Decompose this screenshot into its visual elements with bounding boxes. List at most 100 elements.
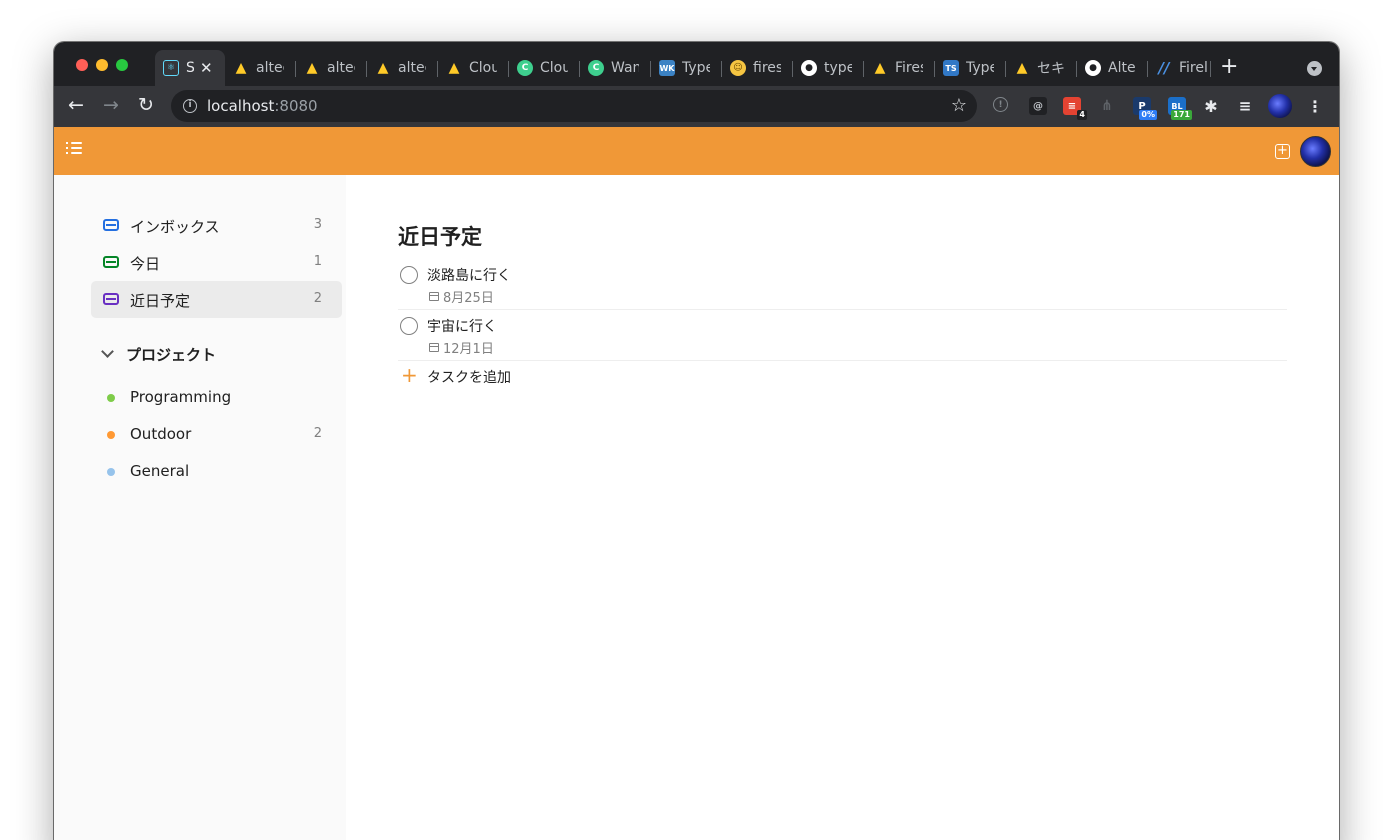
- slash-icon: //: [1158, 59, 1170, 77]
- tab-label: Type: [682, 60, 710, 76]
- browser-tab[interactable]: ▲ Clou: [438, 50, 508, 86]
- browser-tab[interactable]: // Firel: [1148, 50, 1210, 86]
- github-icon: ●: [1085, 60, 1101, 76]
- tab-label: Wan: [611, 60, 639, 76]
- task-title[interactable]: 淡路島に行く: [427, 265, 511, 285]
- bookmark-star-icon[interactable]: ☆: [951, 95, 967, 116]
- list-menu-icon[interactable]: [66, 141, 84, 155]
- browser-tab[interactable]: ▲ Fires: [864, 50, 934, 86]
- browser-tab[interactable]: C Wan: [580, 50, 650, 86]
- info-ext-icon[interactable]: !: [993, 97, 1008, 112]
- task-title[interactable]: 宇宙に行く: [427, 316, 497, 336]
- url-text: localhost:8080: [207, 97, 318, 115]
- site-info-icon[interactable]: i: [183, 99, 197, 113]
- sidebar-project-general[interactable]: General: [91, 453, 342, 490]
- plus-icon: +: [401, 363, 418, 387]
- at-ext-icon[interactable]: @: [1029, 97, 1047, 115]
- tab-label: Type: [966, 60, 994, 76]
- sidebar-item-inbox[interactable]: インボックス 3: [91, 207, 342, 244]
- sidebar-item-today[interactable]: 今日 1: [91, 244, 342, 281]
- browser-tab[interactable]: ▲ altec: [367, 50, 437, 86]
- task-date-text: 8月25日: [443, 291, 494, 306]
- todoist-ext-icon[interactable]: ≡ 4: [1063, 97, 1087, 120]
- task-item[interactable]: 淡路島に行く 8月25日: [398, 259, 1287, 310]
- main-content: 近日予定 淡路島に行く 8月25日 宇宙に行く 12月1日 + タスクを追加: [346, 175, 1339, 840]
- browser-tab[interactable]: ▲ altec: [225, 50, 295, 86]
- user-avatar[interactable]: [1300, 136, 1331, 167]
- sidebar-item-count: 2: [313, 291, 322, 306]
- close-window-button[interactable]: [76, 59, 88, 71]
- task-checkbox[interactable]: [400, 266, 418, 284]
- sidebar-project-programming[interactable]: Programming: [91, 379, 342, 416]
- add-task-icon[interactable]: +: [1275, 144, 1290, 159]
- project-dot-icon: [107, 394, 115, 402]
- tab-label: altec: [398, 60, 426, 76]
- ts-icon: TS: [943, 60, 959, 76]
- sidebar: インボックス 3 今日 1 近日予定 2 プロジェクト Programming …: [54, 175, 346, 840]
- chevron-down-icon[interactable]: [101, 345, 114, 358]
- projects-header[interactable]: プロジェクト: [126, 344, 216, 365]
- page-title: 近日予定: [398, 225, 482, 249]
- maximize-window-button[interactable]: [116, 59, 128, 71]
- browser-toolbar: ← → ↻ i localhost:8080 ☆ ! @ ≡ 4 ⋔ P 0% BL…: [54, 86, 1339, 127]
- address-bar[interactable]: i localhost:8080 ☆: [171, 90, 977, 122]
- kebab-menu-icon[interactable]: ⋮: [1306, 97, 1324, 116]
- tab-search-icon[interactable]: [1307, 61, 1322, 76]
- browser-tab[interactable]: ▲ セキ: [1006, 50, 1076, 86]
- sidebar-item-upcoming[interactable]: 近日予定 2: [91, 281, 342, 318]
- reload-icon[interactable]: ↻: [138, 95, 154, 115]
- browser-tab[interactable]: C Clou: [509, 50, 579, 86]
- browser-tab[interactable]: ● Alte: [1077, 50, 1147, 86]
- firebase-icon: ▲: [1016, 60, 1028, 76]
- browser-tab[interactable]: ▲ altec: [296, 50, 366, 86]
- task-date-text: 12月1日: [443, 342, 494, 357]
- sidebar-project-outdoor[interactable]: Outdoor 2: [91, 416, 342, 453]
- project-label: Programming: [130, 388, 232, 406]
- project-count: 2: [313, 426, 322, 441]
- face-icon: ☺: [730, 60, 746, 76]
- today-icon: [103, 256, 119, 268]
- forward-arrow-icon[interactable]: →: [103, 95, 119, 115]
- cloud-green-icon: C: [588, 60, 604, 76]
- project-label: Outdoor: [130, 425, 192, 443]
- close-tab-icon[interactable]: ✕: [200, 59, 213, 77]
- browser-tab-active[interactable]: ⚛ S ✕: [155, 50, 225, 86]
- p-ext-icon[interactable]: P 0%: [1133, 97, 1157, 120]
- app-header: +: [54, 127, 1339, 175]
- task-item[interactable]: 宇宙に行く 12月1日: [398, 310, 1287, 361]
- new-tab-button[interactable]: +: [1220, 56, 1238, 78]
- firebase-icon: ▲: [874, 60, 886, 76]
- browser-tab[interactable]: ☺ fires: [722, 50, 792, 86]
- bl-ext-icon[interactable]: BL 171: [1168, 97, 1192, 120]
- task-due-date: 12月1日: [429, 338, 494, 357]
- wk-icon: WK: [659, 60, 675, 76]
- firebase-icon: ▲: [235, 60, 247, 76]
- browser-tab[interactable]: WK Type: [651, 50, 721, 86]
- share-ext-icon[interactable]: ⋔: [1098, 97, 1116, 115]
- task-checkbox[interactable]: [400, 317, 418, 335]
- profile-avatar[interactable]: [1268, 94, 1292, 118]
- tab-label: altec: [327, 60, 355, 76]
- minimize-window-button[interactable]: [96, 59, 108, 71]
- tab-label: Firel: [1179, 60, 1207, 76]
- tab-strip: ⚛ S ✕ ▲ altec ▲ altec ▲ altec ▲ Clou C C…: [54, 42, 1339, 86]
- upcoming-icon: [103, 293, 119, 305]
- tab-label: セキ: [1037, 61, 1065, 77]
- tab-label: Clou: [469, 60, 497, 76]
- add-task-label: タスクを追加: [427, 370, 511, 386]
- back-arrow-icon[interactable]: ←: [68, 95, 84, 115]
- sidebar-item-label: 近日予定: [130, 292, 191, 310]
- project-label: General: [130, 462, 190, 480]
- tab-label: Fires: [895, 60, 923, 76]
- browser-tab[interactable]: TS Type: [935, 50, 1005, 86]
- task-due-date: 8月25日: [429, 287, 494, 306]
- react-icon: ⚛: [163, 60, 179, 76]
- browser-window: ⚛ S ✕ ▲ altec ▲ altec ▲ altec ▲ Clou C C…: [54, 42, 1339, 840]
- browser-tab[interactable]: ● type: [793, 50, 863, 86]
- reading-list-icon[interactable]: ≡: [1236, 97, 1254, 115]
- ext-badge: 171: [1171, 110, 1192, 120]
- sidebar-item-label: インボックス: [130, 218, 220, 236]
- puzzle-extensions-icon[interactable]: ✱: [1202, 97, 1220, 116]
- firebase-icon: ▲: [448, 60, 460, 76]
- ext-badge: 4: [1077, 110, 1087, 120]
